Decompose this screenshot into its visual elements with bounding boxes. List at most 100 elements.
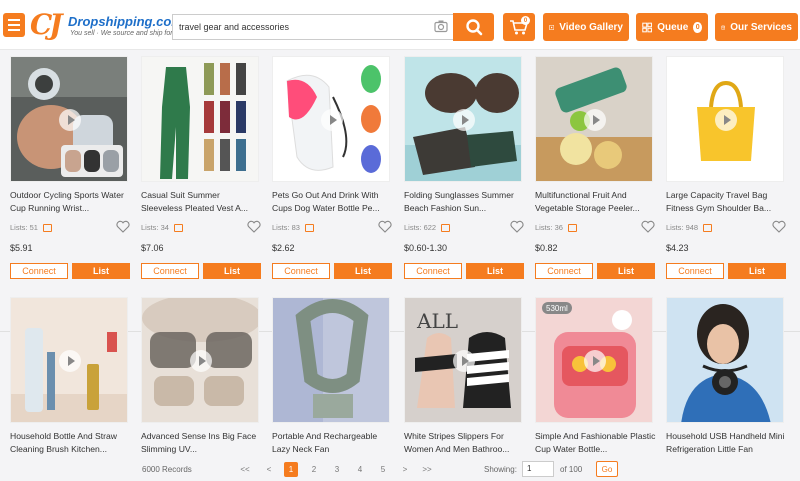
our-services-button[interactable]: Our Services [715, 13, 798, 41]
wall-letters: ALL [416, 309, 458, 333]
connect-button[interactable]: Connect [141, 263, 199, 279]
queue-count-badge: 0 [693, 21, 702, 33]
queue-label: Queue [657, 21, 689, 33]
video-play-icon[interactable] [715, 109, 737, 131]
video-play-icon[interactable] [453, 109, 475, 131]
product-title[interactable]: Folding Sunglasses Summer Beach Fashion … [404, 189, 526, 215]
product-title[interactable]: Household USB Handheld Mini Refrigeratio… [666, 430, 788, 456]
showing-label: Showing: [484, 465, 517, 474]
connect-button[interactable]: Connect [272, 263, 330, 279]
prev-page-button[interactable]: < [262, 462, 276, 477]
go-button[interactable]: Go [596, 461, 618, 477]
list-button[interactable]: List [203, 263, 261, 279]
product-title[interactable]: Household Bottle And Straw Cleaning Brus… [10, 430, 132, 456]
list-count: Lists: 83 [272, 223, 314, 232]
product-title[interactable]: Pets Go Out And Drink With Cups Dog Wate… [272, 189, 394, 215]
list-button[interactable]: List [466, 263, 524, 279]
product-image[interactable] [666, 297, 784, 423]
connect-button[interactable]: Connect [404, 263, 462, 279]
video-play-icon[interactable] [59, 109, 81, 131]
product-image[interactable] [404, 56, 522, 182]
logo[interactable]: CJ Dropshipping.com You sell · We source… [30, 8, 188, 41]
product-image[interactable] [141, 297, 259, 423]
heart-icon[interactable] [641, 220, 655, 233]
product-title[interactable]: Outdoor Cycling Sports Water Cup Running… [10, 189, 132, 215]
cart-button[interactable]: 0 [503, 13, 535, 41]
list-count: Lists: 34 [141, 223, 183, 232]
queue-button[interactable]: Queue 0 [636, 13, 708, 41]
cart-count-badge: 0 [521, 16, 530, 25]
page-1-button[interactable]: 1 [284, 462, 298, 477]
product-image[interactable] [141, 56, 259, 182]
list-count: Lists: 622 [404, 223, 451, 232]
video-play-icon[interactable] [453, 350, 475, 372]
page-number-input[interactable]: 1 [522, 461, 554, 477]
video-icon [549, 24, 555, 30]
page-2-button[interactable]: 2 [307, 462, 321, 477]
list-count: Lists: 51 [10, 223, 52, 232]
list-button[interactable]: List [728, 263, 786, 279]
list-count-text: Lists: 34 [141, 223, 169, 232]
product-price: $7.06 [141, 243, 164, 253]
last-page-button[interactable]: >> [420, 462, 434, 477]
product-image[interactable] [10, 297, 128, 423]
list-button[interactable]: List [72, 263, 130, 279]
video-gallery-button[interactable]: Video Gallery [543, 13, 629, 41]
product-image[interactable] [666, 56, 784, 182]
product-title[interactable]: Multifunctional Fruit And Vegetable Stor… [535, 189, 657, 215]
connect-button[interactable]: Connect [666, 263, 724, 279]
logo-tagline: You sell · We source and ship for you! [70, 30, 188, 37]
product-title[interactable]: Large Capacity Travel Bag Fitness Gym Sh… [666, 189, 788, 215]
search-button[interactable] [453, 13, 494, 41]
shop-icon [703, 223, 713, 232]
heart-icon[interactable] [772, 220, 786, 233]
camera-icon[interactable] [434, 19, 448, 33]
page-3-button[interactable]: 3 [330, 462, 344, 477]
top-bar: CJ Dropshipping.com You sell · We source… [0, 0, 800, 50]
total-pages-label: of 100 [560, 465, 583, 474]
video-play-icon[interactable] [321, 109, 343, 131]
product-image[interactable] [272, 56, 390, 182]
heart-icon[interactable] [116, 220, 130, 233]
product-image[interactable] [272, 297, 390, 423]
records-count: 6000 Records [142, 465, 192, 474]
list-count-text: Lists: 36 [535, 223, 563, 232]
product-price: $0.60-1.30 [404, 243, 448, 253]
menu-icon[interactable] [3, 13, 25, 37]
product-image[interactable] [10, 56, 128, 182]
product-title[interactable]: Portable And Rechargeable Lazy Neck Fan [272, 430, 394, 456]
logo-mark: CJ [30, 8, 63, 41]
list-button[interactable]: List [597, 263, 655, 279]
page-5-button[interactable]: 5 [376, 462, 390, 477]
connect-button[interactable]: Connect [10, 263, 68, 279]
product-title[interactable]: Simple And Fashionable Plastic Cup Water… [535, 430, 657, 456]
shop-icon [42, 223, 52, 232]
product-title[interactable]: Advanced Sense Ins Big Face Slimming UV.… [141, 430, 263, 456]
product-image[interactable] [535, 56, 653, 182]
first-page-button[interactable]: << [238, 462, 252, 477]
list-button[interactable]: List [334, 263, 392, 279]
video-play-icon[interactable] [584, 109, 606, 131]
connect-button[interactable]: Connect [535, 263, 593, 279]
product-image[interactable]: 530ml [535, 297, 653, 423]
page-4-button[interactable]: 4 [353, 462, 367, 477]
video-play-icon[interactable] [59, 350, 81, 372]
product-title[interactable]: White Stripes Slippers For Women And Men… [404, 430, 526, 456]
heart-icon[interactable] [510, 220, 524, 233]
shop-icon [567, 223, 577, 232]
store-icon [721, 25, 726, 30]
shop-icon [304, 223, 314, 232]
heart-icon[interactable] [378, 220, 392, 233]
video-play-icon[interactable] [584, 350, 606, 372]
product-image[interactable]: ALL [404, 297, 522, 423]
video-play-icon[interactable] [190, 350, 212, 372]
shop-icon [173, 223, 183, 232]
search-input[interactable]: travel gear and accessories [172, 14, 453, 40]
shop-icon [441, 223, 451, 232]
bottle-volume-label: 530ml [546, 304, 568, 313]
product-title[interactable]: Casual Suit Summer Sleeveless Pleated Ve… [141, 189, 263, 215]
list-count-text: Lists: 948 [666, 223, 699, 232]
next-page-button[interactable]: > [398, 462, 412, 477]
list-count: Lists: 948 [666, 223, 713, 232]
heart-icon[interactable] [247, 220, 261, 233]
